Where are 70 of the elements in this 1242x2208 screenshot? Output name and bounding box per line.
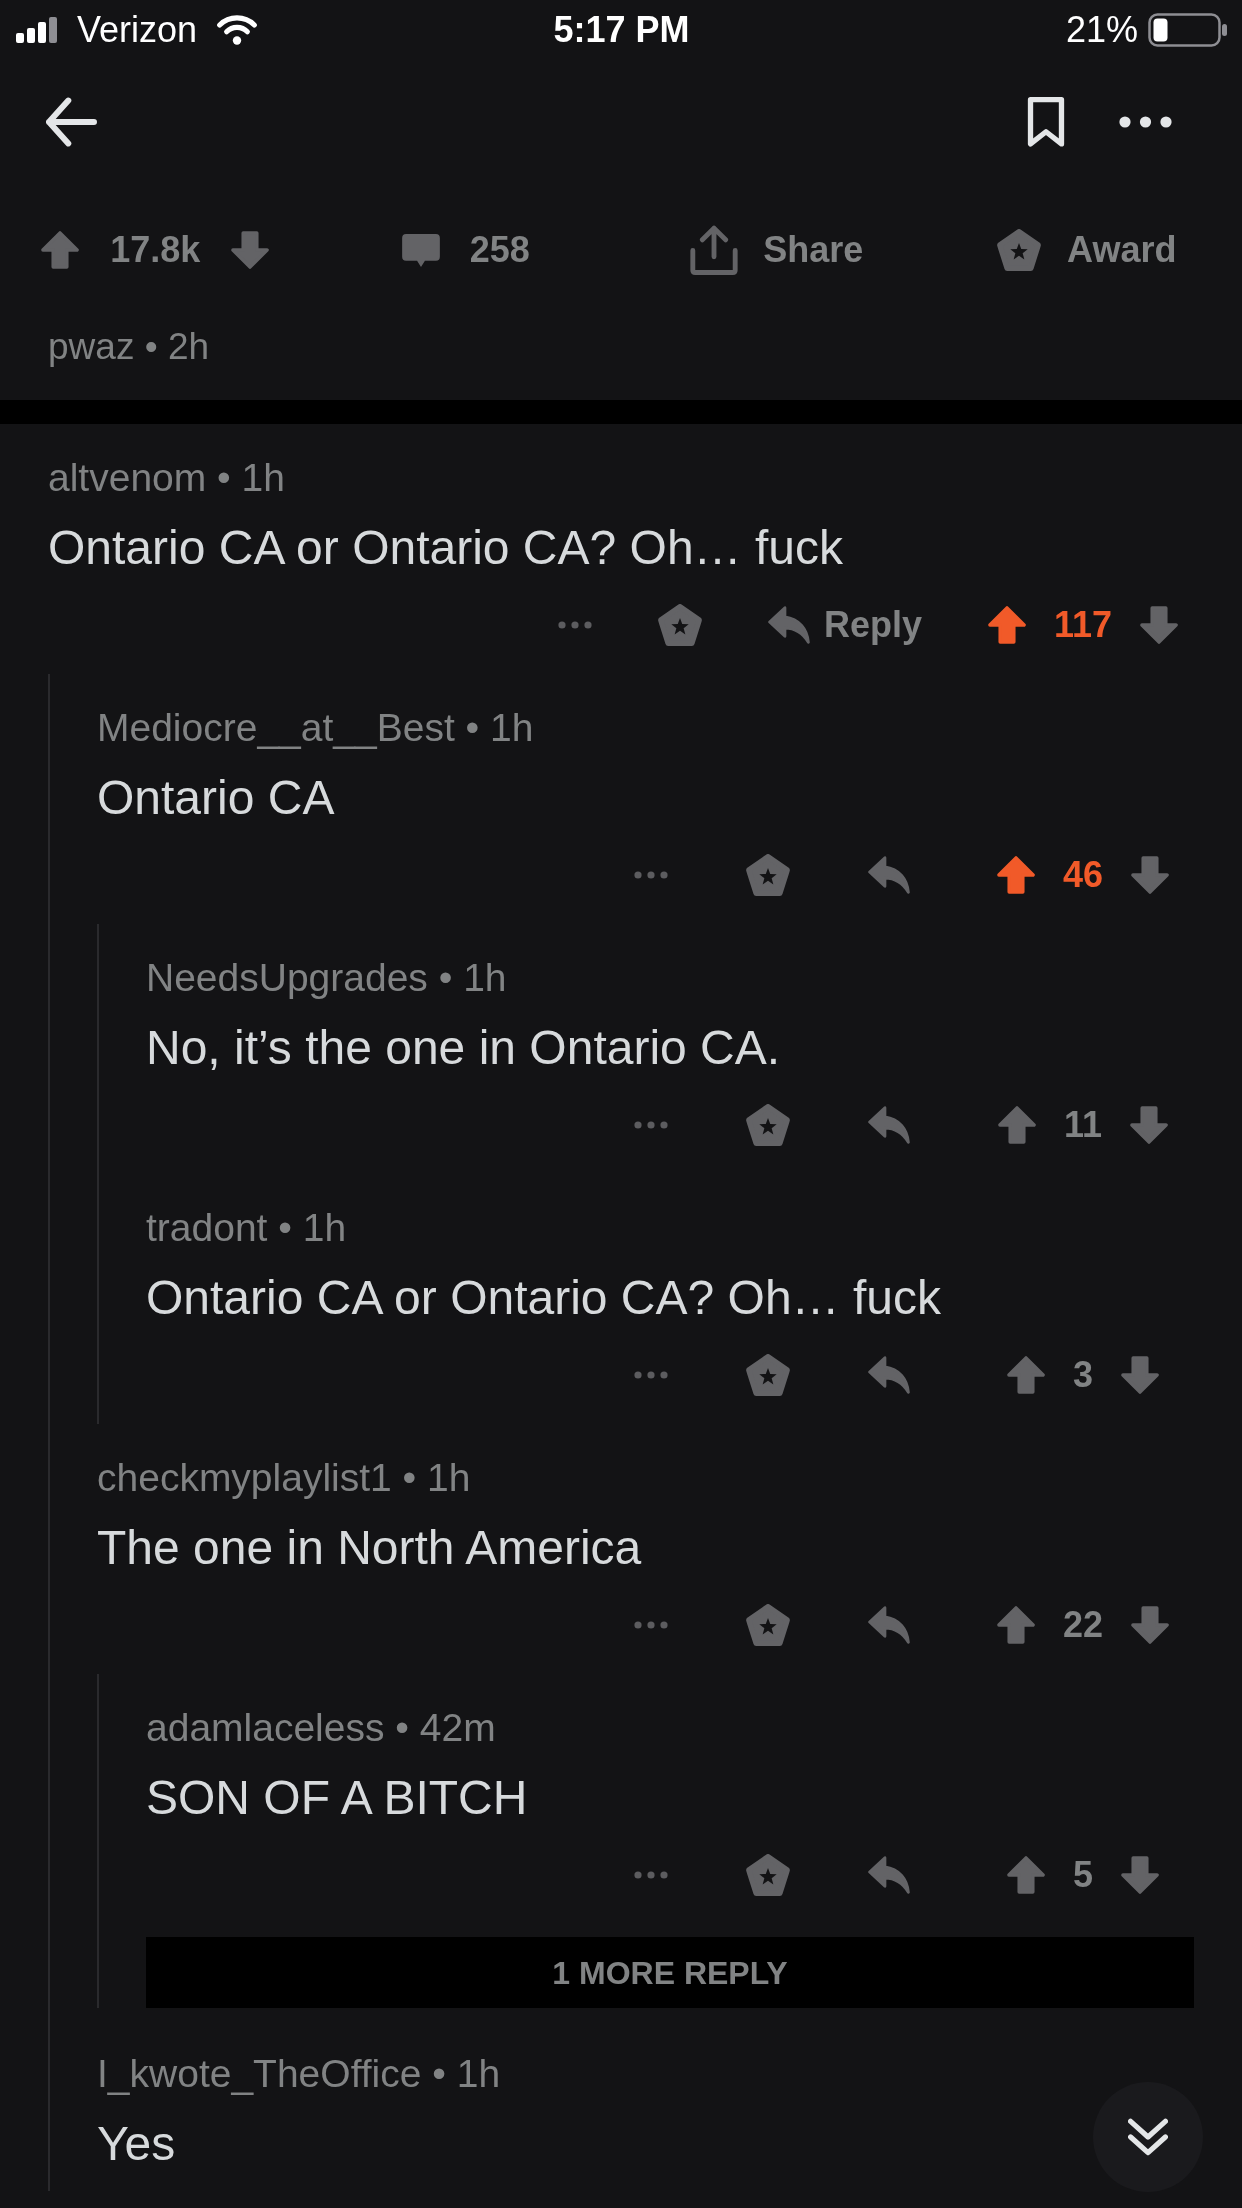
reply-button[interactable]: Reply (767, 606, 922, 644)
comment-byline: tradont • 1h (146, 1207, 347, 1247)
downvote-icon[interactable] (1121, 1856, 1159, 1894)
reply-button[interactable] (868, 1856, 910, 1894)
vote-score: 5 (1073, 1857, 1093, 1893)
reply-button[interactable] (868, 1606, 910, 1644)
comment-byline: NeedsUpgrades • 1h (146, 957, 507, 997)
upvote-icon[interactable] (987, 606, 1026, 644)
downvote-icon[interactable] (1131, 1606, 1169, 1644)
award-icon[interactable] (657, 604, 702, 646)
comment-byline: I_kwote_TheOffice • 1h (97, 2053, 501, 2093)
reply-icon (767, 606, 810, 644)
battery-percent: 21% (1065, 12, 1138, 48)
signal-icon (16, 17, 57, 43)
comment-text: No, it’s the one in Ontario CA. (146, 1020, 781, 1076)
award-icon[interactable] (746, 854, 790, 896)
downvote-icon[interactable] (1121, 1356, 1159, 1394)
award-icon[interactable] (746, 1354, 790, 1396)
vote-score: 46 (1062, 857, 1103, 893)
reply-button[interactable] (868, 1356, 910, 1394)
award-icon[interactable] (746, 1604, 790, 1646)
vote-score: 22 (1062, 1607, 1103, 1643)
comment-text: Ontario CA (97, 770, 335, 826)
back-arrow-icon[interactable] (46, 97, 97, 147)
comment-text: Ontario CA or Ontario CA? Oh… fuck (48, 520, 843, 576)
status-time: 5:17 PM (553, 12, 690, 48)
reply-button[interactable] (868, 856, 910, 894)
wifi-icon (216, 14, 259, 46)
vote-score: 17.8k (110, 232, 201, 268)
reply-icon (868, 1606, 910, 1644)
comment-byline: checkmyplaylist1 • 1h (97, 1457, 471, 1497)
comment-text: SON OF A BITCH (146, 1770, 528, 1826)
upvote-icon[interactable] (997, 1106, 1036, 1144)
comment-icon (401, 233, 440, 267)
upvote-icon[interactable] (1007, 1856, 1045, 1894)
comment-text: Yes (97, 2116, 176, 2172)
vote-score: 11 (1063, 1107, 1103, 1143)
award-icon (997, 229, 1042, 271)
share-button[interactable]: Share (689, 225, 864, 275)
upvote-icon[interactable] (41, 231, 80, 269)
reply-icon (868, 1356, 910, 1394)
downvote-icon[interactable] (1131, 856, 1169, 894)
downvote-icon[interactable] (231, 231, 270, 269)
more-options-icon[interactable] (1119, 116, 1172, 128)
upvote-icon[interactable] (996, 1606, 1035, 1644)
upvote-icon[interactable] (996, 856, 1035, 894)
carrier-name: Verizon (77, 12, 198, 48)
vote-score: 3 (1073, 1357, 1093, 1393)
comment-byline: altvenom • 1h (48, 457, 285, 497)
upvote-icon[interactable] (1007, 1356, 1045, 1394)
vote-score: 117 (1053, 607, 1113, 643)
reply-icon (868, 1106, 910, 1144)
award-button[interactable]: Award (997, 229, 1177, 271)
reply-button[interactable] (868, 1106, 910, 1144)
downvote-icon[interactable] (1130, 1106, 1169, 1144)
award-icon[interactable] (746, 1104, 790, 1146)
comments-button[interactable]: 258 (401, 232, 530, 268)
share-icon (689, 225, 740, 275)
comment-text: Ontario CA or Ontario CA? Oh… fuck (146, 1270, 941, 1326)
double-chevron-down-icon (1128, 2118, 1168, 2156)
downvote-icon[interactable] (1140, 606, 1179, 644)
comment-byline: adamlaceless • 42m (146, 1707, 496, 1747)
reply-icon (868, 1856, 910, 1894)
award-icon[interactable] (746, 1854, 790, 1896)
battery-icon (1148, 13, 1227, 47)
more-replies-button[interactable]: 1 MORE REPLY (146, 1937, 1194, 2008)
reply-icon (868, 856, 910, 894)
post-byline: pwaz • 2h (48, 327, 210, 365)
comment-text: The one in North America (97, 1520, 642, 1576)
comment-byline: Mediocre__at__Best • 1h (97, 707, 534, 747)
